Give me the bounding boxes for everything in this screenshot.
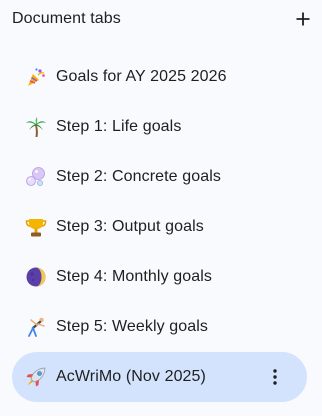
tab-label: Step 4: Monthly goals: [56, 268, 212, 285]
tab-goals-ay[interactable]: Goals for AY 2025 2026: [12, 52, 307, 102]
tab-label: Step 1: Life goals: [56, 118, 182, 135]
palm-tree-icon: [25, 116, 47, 138]
tab-step-4[interactable]: Step 4: Monthly goals: [12, 252, 307, 302]
document-tabs-panel: Document tabs Goals for AY 2025 2026 Ste…: [0, 0, 322, 416]
bubbles-icon: [25, 166, 47, 188]
tab-step-1[interactable]: Step 1: Life goals: [12, 102, 307, 152]
tab-list: Goals for AY 2025 2026 Step 1: Life goal…: [12, 52, 307, 402]
trophy-icon: [25, 216, 47, 238]
tab-label: Step 2: Concrete goals: [56, 168, 221, 185]
tab-acwrimo[interactable]: AcWriMo (Nov 2025): [12, 352, 307, 402]
tab-label: Step 3: Output goals: [56, 218, 204, 235]
tab-step-3[interactable]: Step 3: Output goals: [12, 202, 307, 252]
tab-label: Goals for AY 2025 2026: [56, 68, 227, 85]
party-popper-icon: [25, 66, 47, 88]
tab-options-button[interactable]: [265, 365, 285, 389]
tab-label: AcWriMo (Nov 2025): [56, 368, 206, 385]
panel-header: Document tabs: [12, 8, 312, 30]
add-tab-button[interactable]: [292, 8, 314, 30]
panel-title: Document tabs: [12, 10, 121, 27]
rocket-icon: [25, 366, 47, 388]
tab-label: Step 5: Weekly goals: [56, 318, 209, 335]
moon-icon: [25, 266, 47, 288]
tab-step-2[interactable]: Step 2: Concrete goals: [12, 152, 307, 202]
more-vert-icon: [273, 369, 277, 385]
cartwheel-person-icon: [25, 316, 47, 338]
plus-icon: [296, 12, 310, 26]
tab-step-5[interactable]: Step 5: Weekly goals: [12, 302, 307, 352]
